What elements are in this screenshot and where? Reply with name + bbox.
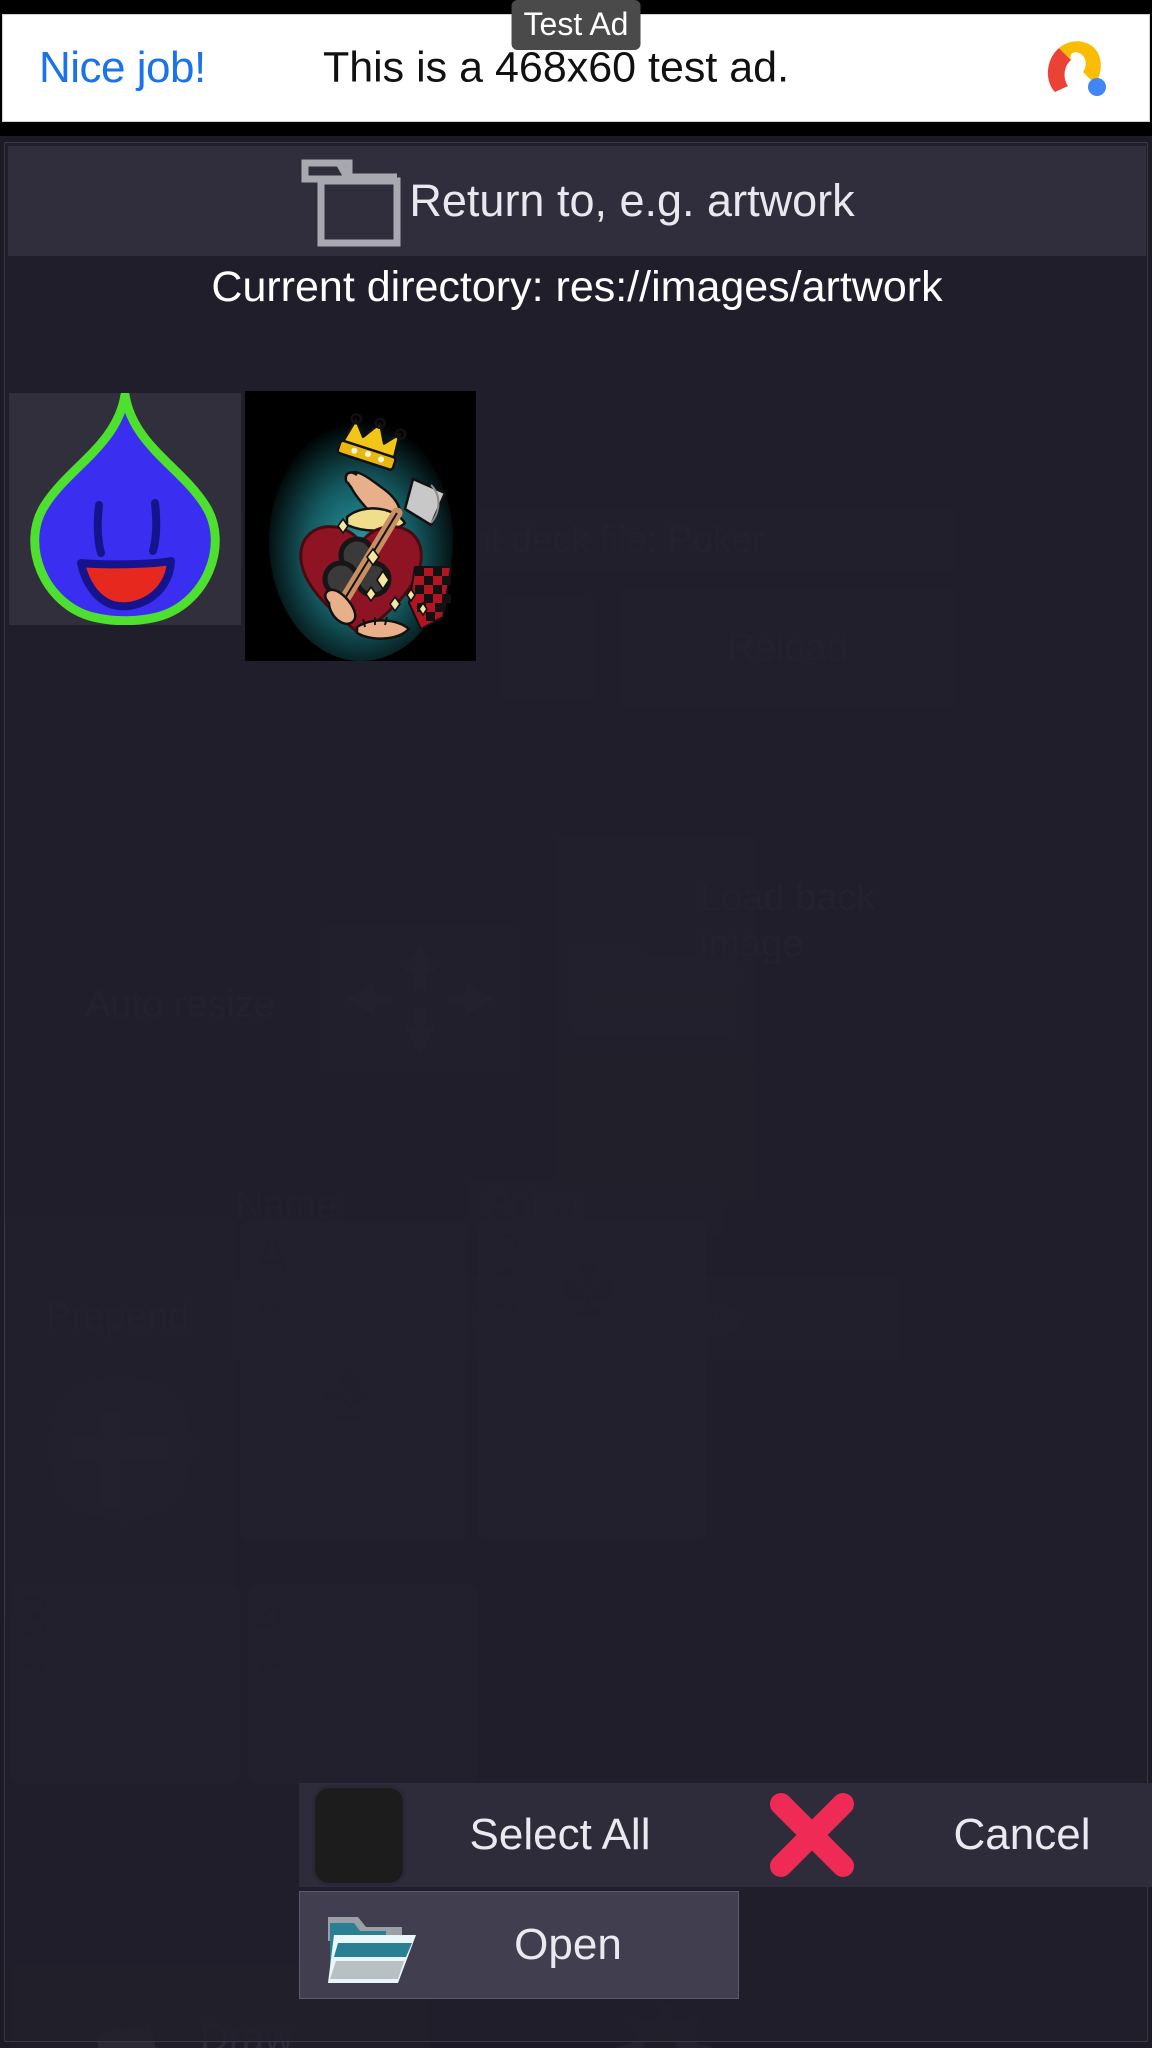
cancel-button[interactable]: Cancel <box>739 1783 1152 1887</box>
cancel-label: Cancel <box>953 1810 1091 1859</box>
file-thumbnail-slime[interactable] <box>9 393 241 625</box>
screen: Nice job! This is a 468x60 test ad. Test… <box>0 0 1152 2048</box>
current-directory-label: Current directory: res://images/artwork <box>211 263 943 311</box>
select-all-label: Select All <box>469 1810 651 1859</box>
red-x-icon <box>765 1790 859 1880</box>
ad-container: Nice job! This is a 468x60 test ad. Test… <box>0 0 1152 136</box>
file-thumbnail-list <box>5 339 1149 689</box>
select-all-button[interactable]: Select All <box>299 1783 739 1887</box>
file-thumbnail-poker-artwork[interactable] <box>245 391 476 661</box>
open-button[interactable]: Open <box>299 1891 739 1999</box>
ad-body-text: This is a 468x60 test ad. <box>322 43 790 92</box>
open-label: Open <box>514 1920 622 1969</box>
dialog-button-row: Select All Cancel <box>299 1783 1152 1887</box>
ad-label-badge: Test Ad <box>511 0 641 50</box>
dialog-header-return-button[interactable]: Return to, e.g. artwork <box>8 146 1146 256</box>
google-admob-icon <box>1041 34 1109 102</box>
overflow-menu-label[interactable]: ... <box>745 2041 781 2048</box>
dialog-header-label: Return to, e.g. artwork <box>409 175 855 226</box>
file-picker-dialog: Return to, e.g. artwork Current director… <box>4 142 1152 2042</box>
open-folder-icon <box>324 1899 420 1991</box>
checkbox-unchecked-icon[interactable] <box>315 1787 403 1883</box>
folder-up-icon <box>299 153 403 249</box>
